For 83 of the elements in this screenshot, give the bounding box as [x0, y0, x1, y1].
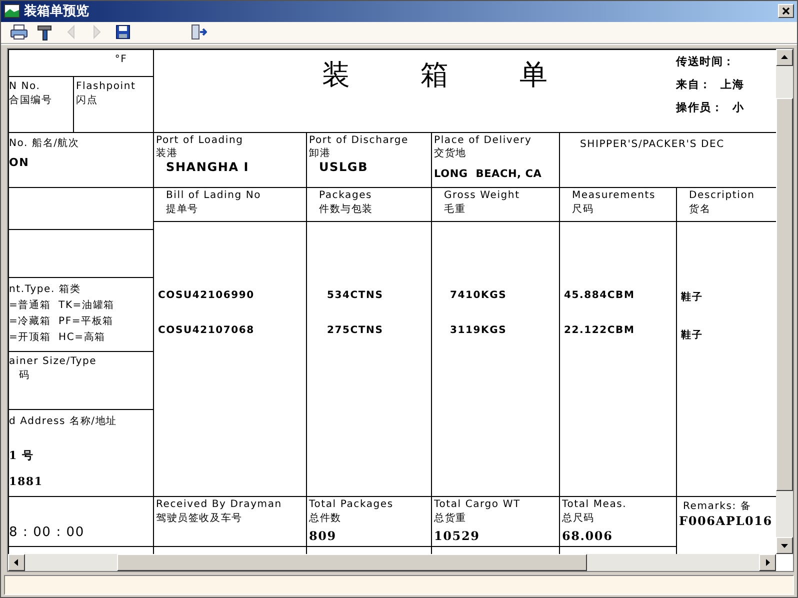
field-label: N No. — [9, 81, 40, 92]
field-label: Port of Discharge — [309, 135, 409, 146]
field-value: F006APL016 — [679, 514, 772, 528]
column-header: Packages — [319, 190, 372, 202]
field-label: Total Packages — [309, 499, 394, 510]
right-arrow-icon — [92, 25, 102, 40]
hammer-icon — [36, 23, 54, 42]
table-cell-text: 鞋子 — [681, 328, 704, 342]
field-label: ainer Size/Type — [9, 356, 97, 368]
field-value: 1 号 — [9, 448, 34, 464]
table-cell-text: 鞋子 — [681, 290, 704, 304]
column-header: 提单号 — [166, 202, 198, 216]
column-header: 毛重 — [444, 202, 466, 216]
column-header: 尺码 — [572, 203, 594, 216]
table-cell-text: 7410KGS — [450, 290, 508, 302]
field-label: Total Cargo WT — [434, 499, 520, 510]
unit-label: °F — [114, 54, 128, 66]
declaration-heading: SHIPPER'S/PACKER'S DEC — [580, 139, 724, 150]
field-value: 68.006 — [562, 529, 613, 544]
field-label: 驾驶员签收及车号 — [156, 512, 242, 526]
toolbar-button[interactable] — [9, 22, 29, 42]
field-value: SHANGHA I — [165, 160, 250, 174]
document-title-char: 装 — [322, 57, 351, 94]
header-info: 传送时间： — [676, 54, 736, 70]
field-label: 码 — [18, 369, 30, 382]
caret-icon — [764, 559, 771, 566]
field-value: 10529 — [434, 529, 480, 544]
table-cell-text: 534CTNS — [327, 290, 384, 302]
document-title-char: 箱 — [420, 57, 450, 94]
field-value: USLGB — [318, 160, 368, 174]
field-label: Received By Drayman — [156, 499, 282, 510]
field-label: nt.Type. 箱类 — [9, 282, 81, 296]
table-cell-text: 275CTNS — [327, 325, 384, 336]
caret-icon — [781, 54, 788, 62]
legend-line: =开顶箱 HC=高箱 — [9, 330, 106, 344]
column-header: Gross Weight — [444, 190, 520, 202]
horizontal-scrollbar[interactable] — [8, 554, 776, 572]
caret-icon — [13, 559, 20, 566]
column-header: 货名 — [689, 203, 711, 216]
caret-icon — [781, 542, 788, 550]
field-label: Total Meas. — [562, 499, 627, 510]
field-label: 闪点 — [76, 94, 98, 108]
column-header: 件数与包装 — [319, 202, 373, 216]
field-label: 卸港 — [309, 146, 331, 160]
field-label: Place of Delivery — [434, 135, 532, 146]
field-value: ON — [9, 156, 30, 170]
field-label: 总尺码 — [562, 512, 594, 526]
field-value: 809 — [309, 529, 336, 544]
header-info: 来自： 上海 — [676, 77, 746, 92]
header-info: 操作员： 小 — [676, 100, 746, 116]
field-label: Flashpoint — [76, 81, 136, 92]
table-cell-text: 22.122CBM — [564, 325, 636, 336]
field-value: 1881 — [9, 475, 43, 488]
field-value: LONG BEACH, CA — [434, 168, 542, 180]
field-label: No. 船名/航次 — [9, 136, 80, 150]
vertical-scrollbar[interactable] — [776, 49, 793, 554]
field-value: 8 : 00 : 00 — [9, 525, 84, 540]
window-title: 装箱单预览 — [24, 3, 90, 20]
legend-line: =冷藏箱 PF=平板箱 — [9, 314, 114, 328]
field-label: 总件数 — [309, 512, 342, 526]
field-label: 交货地 — [434, 146, 466, 160]
field-label: d Address 名称/地址 — [9, 414, 117, 428]
field-label: 装港 — [156, 146, 178, 160]
printer-icon — [10, 24, 28, 40]
column-header: Bill of Lading No — [166, 190, 262, 202]
table-cell-text: 3119KGS — [450, 325, 508, 336]
legend-line: =普通箱 TK=油罐箱 — [9, 298, 114, 312]
column-header: Description — [689, 190, 755, 202]
table-cell-text: 45.884CBM — [564, 290, 636, 302]
field-label: Port of Loading — [156, 135, 244, 146]
toolbar-button[interactable] — [189, 22, 209, 42]
close-button[interactable] — [778, 4, 794, 18]
close-icon — [782, 7, 790, 16]
column-header: Measurements — [572, 190, 656, 202]
field-label: 合国编号 — [9, 94, 52, 108]
table-cell-text: COSU42106990 — [158, 290, 256, 302]
window-app-icon — [4, 4, 20, 18]
left-arrow-icon — [66, 25, 76, 40]
document-title-char: 单 — [519, 57, 548, 94]
field-label: 总货重 — [434, 512, 466, 526]
table-cell-text: COSU42107068 — [158, 325, 256, 336]
exit-door-icon — [191, 24, 207, 40]
field-label: Remarks: 备 — [682, 500, 752, 514]
